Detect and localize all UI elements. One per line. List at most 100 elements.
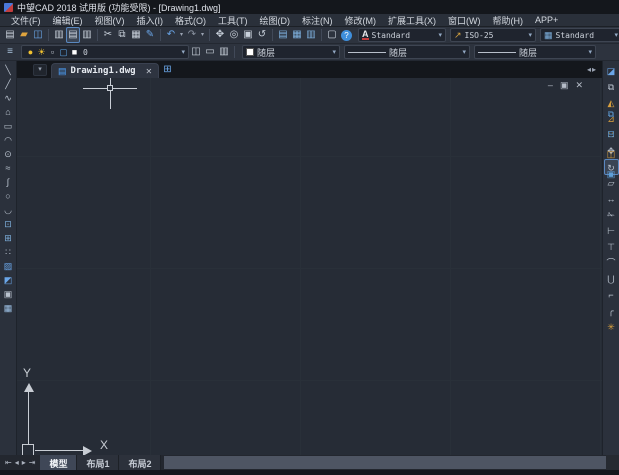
chevron-down-icon[interactable]: ▾ [181, 48, 185, 56]
menu-item[interactable]: 扩展工具(X) [383, 14, 441, 27]
line-icon[interactable]: ╲ [1, 63, 16, 77]
layer-properties-manager-icon[interactable]: ≡ [3, 44, 17, 60]
polygon-icon[interactable]: ⌂ [1, 105, 16, 119]
save-icon[interactable]: ◫ [31, 27, 45, 43]
break-at-point-icon[interactable]: ⊤ [604, 239, 619, 255]
layer-match-icon[interactable]: ◫ [189, 44, 203, 60]
menu-item[interactable]: 文件(F) [6, 14, 46, 27]
next-tab-button[interactable]: ▸ [22, 458, 26, 467]
menu-item[interactable]: APP+ [530, 15, 563, 25]
layout-tab[interactable]: 模型 [40, 455, 77, 470]
menu-item[interactable]: 格式(O) [170, 14, 211, 27]
table-style-combo[interactable]: ▦ Standard ▾ [540, 28, 619, 42]
stretch-icon[interactable]: ↔ [604, 191, 619, 207]
draw-order-above-icon[interactable]: ◫ [604, 144, 619, 164]
draw-order-back-icon[interactable]: ⊟ [604, 124, 619, 144]
undo-dropdown-icon[interactable]: ▾ [178, 27, 185, 43]
color-combo[interactable]: 随层 ▾ [242, 45, 340, 59]
region-icon[interactable]: ▣ [1, 287, 16, 301]
publish-icon[interactable]: ▥ [80, 27, 94, 43]
text-style-combo[interactable]: A Standard ▾ [358, 28, 446, 42]
layout-tab[interactable]: 布局1 [77, 455, 119, 470]
design-center-icon[interactable]: ▦ [290, 27, 304, 43]
draw-order-front-icon[interactable]: ⧉ [604, 104, 619, 124]
menu-item[interactable]: 修改(M) [340, 14, 382, 27]
chevron-down-icon[interactable]: ▾ [614, 31, 618, 39]
construction-line-icon[interactable]: ╱ [1, 77, 16, 91]
trim-icon[interactable]: ✁ [604, 207, 619, 223]
layer-states-icon[interactable]: ▥ [217, 44, 231, 60]
scroll-tabs-left-icon[interactable]: ◂ [587, 65, 591, 74]
chevron-down-icon[interactable]: ▾ [588, 48, 592, 56]
layer-combo[interactable]: ●☀▫▢■ 0 ▾ [21, 45, 189, 59]
help-icon[interactable]: ? [341, 30, 352, 41]
scroll-tabs-right-icon[interactable]: ▸ [592, 65, 596, 74]
chamfer-icon[interactable]: ⌐ [604, 287, 619, 303]
polyline-icon[interactable]: ∿ [1, 91, 16, 105]
ellipse-arc-icon[interactable]: ◡ [1, 203, 16, 217]
menu-item[interactable]: 帮助(H) [488, 14, 529, 27]
arc-icon[interactable]: ◠ [1, 133, 16, 147]
window-icon[interactable]: ▢ [325, 27, 339, 43]
document-tab-drawing1[interactable]: ▤ Drawing1.dwg ✕ [51, 63, 159, 78]
drawing-canvas[interactable]: – ▣ ✕ Y X [17, 78, 602, 455]
spline-icon[interactable]: ∫ [1, 175, 16, 189]
layer-plot-icon[interactable]: ▫ [47, 47, 58, 57]
zoom-previous-icon[interactable]: ↺ [255, 27, 269, 43]
menu-item[interactable]: 窗口(W) [443, 14, 486, 27]
horizontal-scrollbar[interactable] [164, 456, 606, 469]
linetype-combo[interactable]: 随层 ▾ [344, 45, 470, 59]
draw-order-below-icon[interactable]: ▣ [604, 164, 619, 184]
circle-icon[interactable]: ⊙ [1, 147, 16, 161]
erase-icon[interactable]: ◪ [604, 63, 619, 79]
menu-item[interactable]: 工具(T) [213, 14, 253, 27]
menu-item[interactable]: 编辑(E) [48, 14, 88, 27]
menu-item[interactable]: 标注(N) [297, 14, 338, 27]
copy-objects-icon[interactable]: ⧉ [604, 79, 619, 95]
layer-lock-icon[interactable]: ▢ [58, 47, 69, 58]
new-drawing-tab-button[interactable]: ⊞ [163, 64, 171, 75]
last-tab-button[interactable]: ⇥ [29, 458, 36, 467]
explode-icon[interactable]: ✳ [604, 319, 619, 335]
match-properties-icon[interactable]: ✎ [143, 27, 157, 43]
chevron-down-icon[interactable]: ▾ [438, 31, 442, 39]
paste-icon[interactable]: ▦ [129, 27, 143, 43]
restore-drawing-icon[interactable]: ▣ [560, 80, 569, 90]
hatch-icon[interactable]: ▨ [1, 259, 16, 273]
open-folder-icon[interactable]: ▰ [17, 27, 31, 43]
redo-dropdown-icon[interactable]: ▾ [199, 27, 206, 43]
chevron-down-icon[interactable]: ▾ [332, 48, 336, 56]
close-tab-icon[interactable]: ✕ [146, 67, 153, 76]
print-preview-icon[interactable]: ▤ [66, 27, 80, 43]
gradient-icon[interactable]: ◩ [1, 273, 16, 287]
tool-palettes-icon[interactable]: ▥ [304, 27, 318, 43]
tab-overflow-button[interactable]: ▾ [33, 64, 47, 76]
new-file-icon[interactable]: ▤ [3, 27, 17, 43]
lineweight-combo[interactable]: 随层 ▾ [474, 45, 596, 59]
menu-item[interactable]: 插入(I) [132, 14, 169, 27]
point-icon[interactable]: ∷ [1, 245, 16, 259]
zoom-window-icon[interactable]: ▣ [241, 27, 255, 43]
cut-icon[interactable]: ✂ [101, 27, 115, 43]
plot-icon[interactable]: ▥ [52, 27, 66, 43]
undo-icon[interactable]: ↶ [164, 27, 178, 43]
properties-palette-icon[interactable]: ▤ [276, 27, 290, 43]
minimize-drawing-icon[interactable]: – [548, 80, 553, 90]
pan-icon[interactable]: ✥ [213, 27, 227, 43]
layer-previous-icon[interactable]: ▭ [203, 44, 217, 60]
create-block-icon[interactable]: ⊞ [1, 231, 16, 245]
layout-tab[interactable]: 布局2 [119, 455, 161, 470]
first-tab-button[interactable]: ⇤ [5, 458, 12, 467]
chevron-down-icon[interactable]: ▾ [528, 31, 532, 39]
ellipse-icon[interactable]: ○ [1, 189, 16, 203]
extend-icon[interactable]: ⊢ [604, 223, 619, 239]
revision-cloud-icon[interactable]: ≈ [1, 161, 16, 175]
chevron-down-icon[interactable]: ▾ [462, 48, 466, 56]
layer-freeze-sun-icon[interactable]: ☀ [36, 47, 47, 58]
copy-icon[interactable]: ⧉ [115, 27, 129, 43]
fillet-icon[interactable]: ╭ [604, 303, 619, 319]
redo-icon[interactable]: ↷ [185, 27, 199, 43]
rectangle-icon[interactable]: ▭ [1, 119, 16, 133]
table-icon[interactable]: ▦ [1, 301, 16, 315]
menu-item[interactable]: 视图(V) [90, 14, 130, 27]
